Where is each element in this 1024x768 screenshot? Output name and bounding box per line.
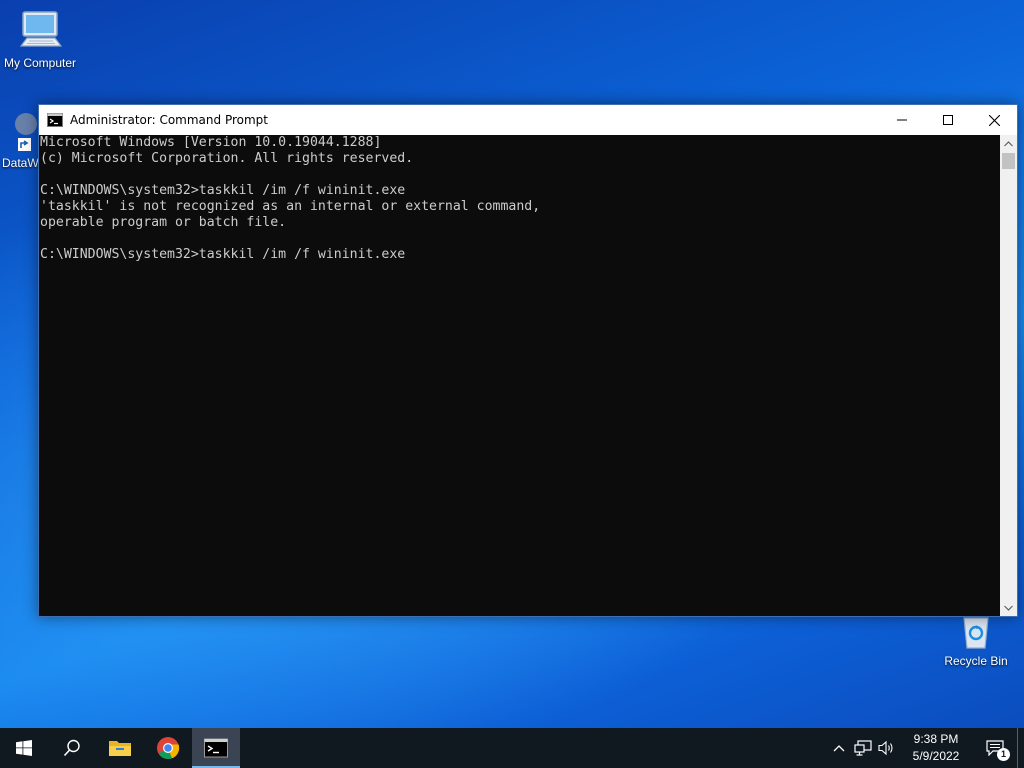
recycle-bin-icon (963, 617, 989, 649)
network-button[interactable] (851, 728, 875, 768)
maximize-icon (943, 115, 953, 125)
console-output[interactable]: Microsoft Windows [Version 10.0.19044.12… (39, 135, 1000, 616)
maximize-button[interactable] (925, 105, 971, 135)
minimize-button[interactable] (879, 105, 925, 135)
taskbar-clock[interactable]: 9:38 PM 5/9/2022 (899, 731, 973, 765)
scroll-thumb[interactable] (1002, 153, 1015, 169)
chrome-icon (157, 737, 180, 760)
speaker-icon (878, 740, 893, 756)
console-line: C:\WINDOWS\system32>taskkil /im /f winin… (40, 183, 406, 198)
scroll-up-button[interactable] (1000, 135, 1017, 152)
scroll-down-button[interactable] (1000, 599, 1017, 616)
console-line: Microsoft Windows [Version 10.0.19044.12… (40, 135, 382, 150)
command-prompt-window[interactable]: Administrator: Command Prompt Microsoft … (38, 104, 1018, 617)
close-icon (988, 114, 1000, 126)
cmd-icon (47, 113, 63, 127)
desktop-icon-label: Recycle Bin (944, 654, 1008, 668)
action-center-button[interactable]: 1 (973, 728, 1017, 768)
show-desktop-button[interactable] (1017, 728, 1024, 768)
computer-icon (19, 11, 63, 47)
taskbar: 9:38 PM 5/9/2022 1 (0, 728, 1024, 768)
desktop-icon-label: DataW (2, 156, 39, 170)
window-titlebar[interactable]: Administrator: Command Prompt (39, 105, 1017, 135)
window-controls (879, 105, 1017, 135)
minimize-icon (897, 119, 907, 121)
search-button[interactable] (48, 728, 96, 768)
show-hidden-icons-button[interactable] (827, 728, 851, 768)
desktop-icon-recycle-bin[interactable]: Recycle Bin (936, 612, 1016, 668)
console-line (39, 231, 1000, 247)
taskbar-chrome[interactable] (144, 728, 192, 768)
console-line: operable program or batch file. (40, 215, 287, 230)
console-line (39, 167, 1000, 183)
cmd-icon (204, 738, 228, 758)
chevron-up-icon (833, 745, 845, 752)
desktop-icon-label: My Computer (3, 56, 77, 70)
volume-button[interactable] (875, 728, 899, 768)
close-button[interactable] (971, 105, 1017, 135)
notification-count-badge: 1 (997, 748, 1010, 761)
console-input-line[interactable]: C:\WINDOWS\system32>taskkil /im /f winin… (39, 247, 1000, 263)
chevron-down-icon (1004, 605, 1013, 611)
desktop-icon-my-computer[interactable]: My Computer (0, 8, 80, 70)
search-icon (63, 739, 80, 757)
desktop: My Computer DataW Recycle Bin Administra… (0, 0, 1024, 768)
clock-date: 5/9/2022 (912, 749, 960, 763)
system-tray: 9:38 PM 5/9/2022 1 (827, 728, 1024, 768)
taskbar-command-prompt[interactable] (192, 728, 240, 768)
windows-logo-icon (16, 740, 32, 756)
start-button[interactable] (0, 728, 48, 768)
clock-time: 9:38 PM (913, 732, 959, 746)
folder-icon (109, 741, 131, 756)
window-title: Administrator: Command Prompt (70, 113, 268, 127)
console-line: 'taskkil' is not recognized as an intern… (40, 199, 541, 214)
vertical-scrollbar[interactable] (1000, 135, 1017, 616)
console-line: (c) Microsoft Corporation. All rights re… (40, 151, 414, 166)
taskbar-file-explorer[interactable] (96, 728, 144, 768)
chevron-up-icon (1004, 140, 1013, 146)
network-icon (854, 740, 872, 756)
